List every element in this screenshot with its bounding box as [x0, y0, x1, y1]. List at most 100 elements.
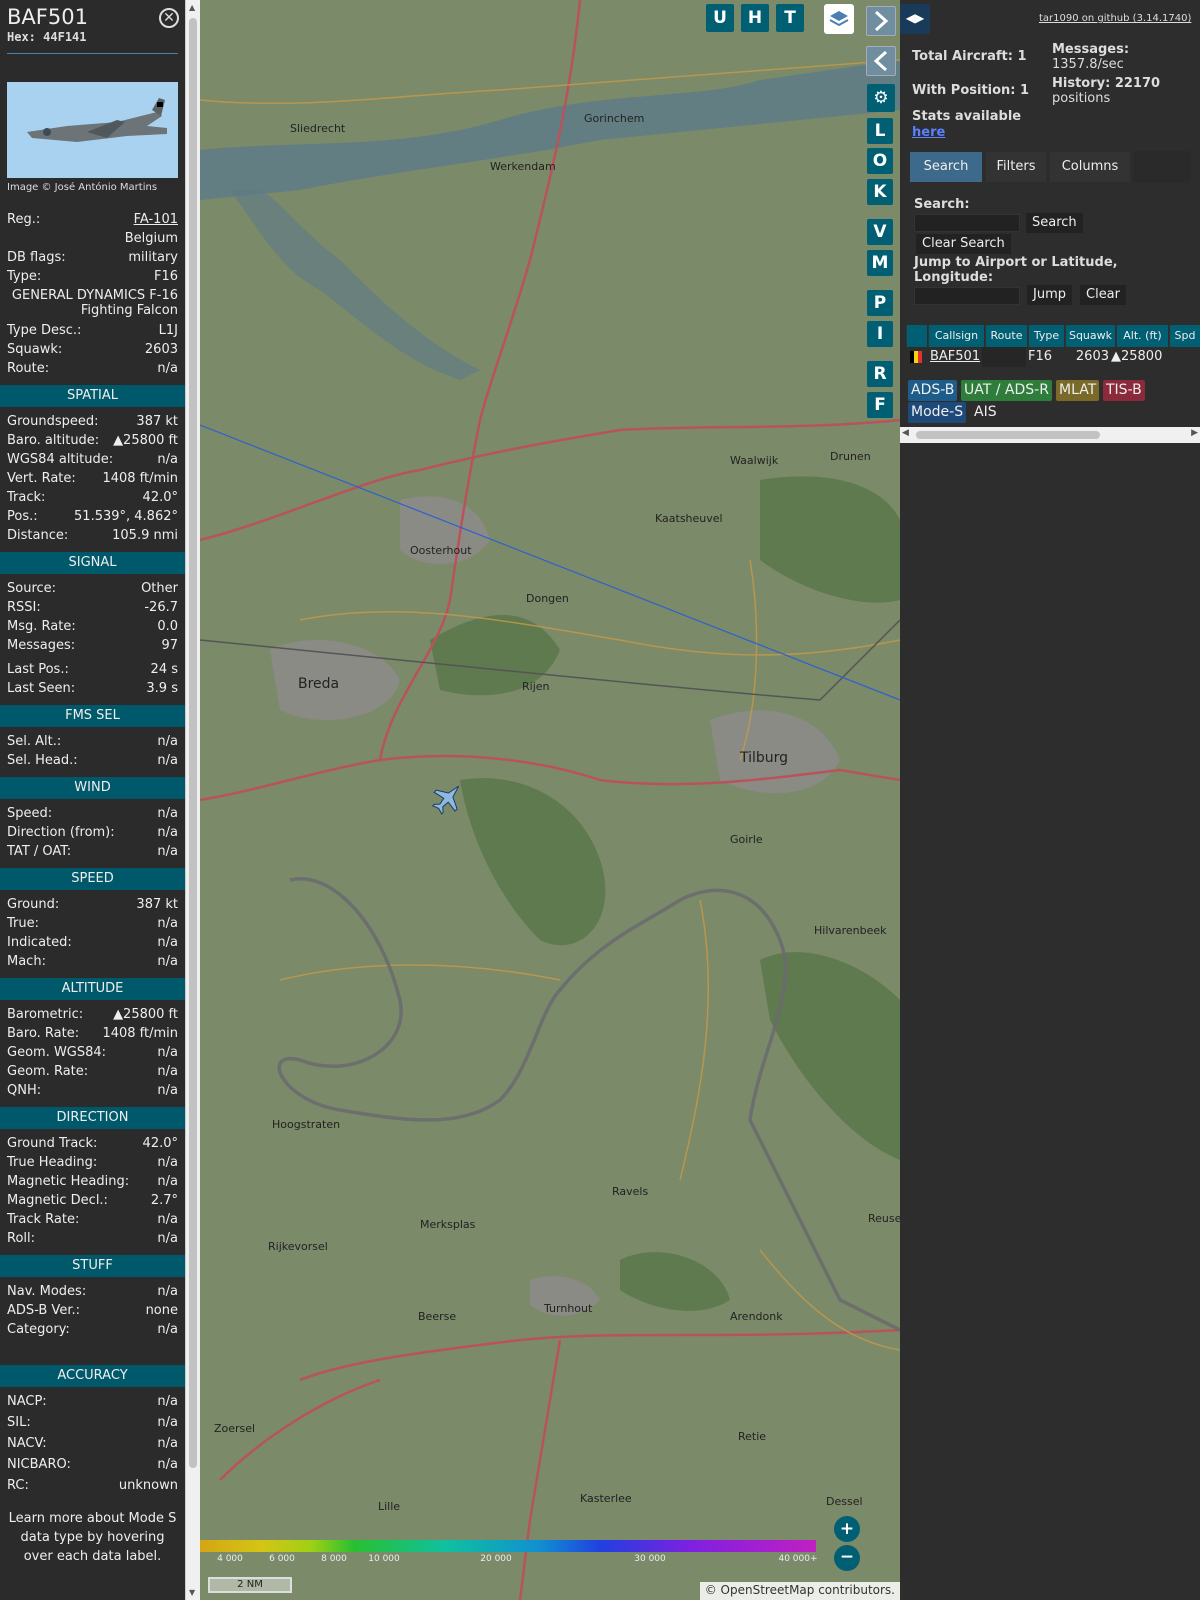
collapse-left-button[interactable]	[866, 46, 896, 76]
tab-columns[interactable]: Columns	[1050, 152, 1130, 182]
detail-label[interactable]: SIL:	[7, 1413, 31, 1434]
jump-input[interactable]	[914, 287, 1020, 305]
detail-label[interactable]: Messages:	[7, 636, 75, 655]
detail-label[interactable]: Msg. Rate:	[7, 617, 76, 636]
table-row[interactable]: BAF501 F16 2603 ▲25800	[906, 347, 1200, 367]
detail-label[interactable]: Sel. Head.:	[7, 751, 78, 770]
aircraft-photo[interactable]	[7, 82, 178, 178]
detail-label[interactable]: DB flags:	[7, 248, 66, 267]
map-toggle-u[interactable]: U	[706, 4, 734, 32]
scroll-thumb[interactable]	[916, 431, 1100, 439]
detail-label[interactable]: NACV:	[7, 1434, 47, 1455]
detail-label[interactable]: Category:	[7, 1320, 70, 1339]
horizontal-scrollbar[interactable]: ◀ ▶	[900, 427, 1200, 443]
map-place-label: Hilvarenbeek	[814, 924, 887, 937]
detail-label[interactable]: Speed:	[7, 804, 52, 823]
column-header[interactable]: Alt. (ft)	[1116, 325, 1168, 347]
tab-filters[interactable]: Filters	[986, 152, 1046, 182]
version-link[interactable]: tar1090 on github (3.14.1740)	[1039, 13, 1191, 24]
detail-value[interactable]: FA-101	[134, 210, 178, 229]
map-toggle-r[interactable]: R	[867, 361, 893, 387]
detail-label[interactable]: Geom. WGS84:	[7, 1043, 106, 1062]
map-toggle-i[interactable]: I	[867, 321, 893, 347]
map-attribution[interactable]: © OpenStreetMap contributors.	[699, 1582, 900, 1600]
map-toggle-t[interactable]: T	[776, 4, 804, 32]
detail-row: Messages: 97	[0, 636, 185, 655]
detail-row: NACP: n/a	[0, 1392, 185, 1413]
detail-label[interactable]: Groundspeed:	[7, 412, 98, 431]
map-toggle-o[interactable]: O	[867, 148, 893, 174]
map-toggle-v[interactable]: V	[867, 219, 893, 245]
detail-label[interactable]: TAT / OAT:	[7, 842, 71, 861]
jump-button[interactable]: Jump	[1027, 285, 1072, 305]
detail-label[interactable]: Last Seen:	[7, 679, 75, 698]
detail-row: Speed: n/a	[0, 804, 185, 823]
detail-label[interactable]: Sel. Alt.:	[7, 732, 61, 751]
map-toggle-l[interactable]: L	[867, 118, 893, 144]
detail-label[interactable]: Indicated:	[7, 933, 72, 952]
detail-label[interactable]: NACP:	[7, 1392, 47, 1413]
detail-label[interactable]: Last Pos.:	[7, 660, 69, 679]
detail-label[interactable]: Type Desc.:	[7, 321, 81, 340]
column-header[interactable]: Callsign	[928, 325, 984, 347]
search-input[interactable]	[914, 214, 1020, 232]
clear-button[interactable]: Clear	[1080, 285, 1126, 305]
settings-button[interactable]: ⚙	[867, 84, 895, 112]
detail-label[interactable]: Ground:	[7, 895, 59, 914]
detail-label[interactable]: QNH:	[7, 1081, 41, 1100]
detail-label[interactable]: Route:	[7, 359, 49, 378]
detail-label[interactable]: Reg.:	[7, 210, 40, 229]
detail-label[interactable]: NICBARO:	[7, 1455, 71, 1476]
detail-label[interactable]: RC:	[7, 1476, 29, 1497]
detail-label[interactable]: RSSI:	[7, 598, 41, 617]
detail-label[interactable]: Track:	[7, 488, 45, 507]
zoom-out-button[interactable]: −	[834, 1545, 860, 1571]
detail-label[interactable]: WGS84 altitude:	[7, 450, 113, 469]
detail-label[interactable]: Nav. Modes:	[7, 1282, 86, 1301]
row-callsign[interactable]: BAF501	[930, 347, 980, 367]
detail-label[interactable]: Baro. Rate:	[7, 1024, 79, 1043]
tab-search[interactable]: Search	[910, 152, 982, 182]
detail-label[interactable]: Mach:	[7, 952, 46, 971]
detail-row: Ground Track: 42.0°	[0, 1134, 185, 1153]
detail-label[interactable]: Magnetic Heading:	[7, 1172, 129, 1191]
search-button[interactable]: Search	[1026, 213, 1083, 233]
sidebar-scrollbar[interactable]: ▲ ▼	[185, 0, 200, 1600]
expand-right-button[interactable]	[866, 6, 896, 36]
detail-value: n/a	[157, 1284, 178, 1299]
detail-label[interactable]: Vert. Rate:	[7, 469, 76, 488]
map-view[interactable]: Gorinchem Sliedrecht Werkendam Oosterhout Do…	[200, 0, 900, 1600]
column-header[interactable]: Spd	[1169, 325, 1200, 347]
close-icon[interactable]: ✕	[159, 8, 179, 28]
map-toggle-p[interactable]: P	[867, 290, 893, 316]
map-toggle-m[interactable]: M	[867, 250, 893, 276]
clear-search-button[interactable]: Clear Search	[916, 234, 1011, 254]
zoom-in-button[interactable]: +	[834, 1516, 860, 1542]
detail-label[interactable]: True Heading:	[7, 1153, 97, 1172]
map-toggle-h[interactable]: H	[741, 4, 769, 32]
detail-label[interactable]: True:	[7, 914, 39, 933]
detail-label[interactable]: Baro. altitude:	[7, 431, 99, 450]
detail-label[interactable]: Geom. Rate:	[7, 1062, 88, 1081]
column-header[interactable]: Type	[1028, 325, 1064, 347]
detail-row: Mach: n/a	[0, 952, 185, 971]
detail-label[interactable]: Distance:	[7, 526, 68, 545]
detail-label[interactable]: Magnetic Decl.:	[7, 1191, 108, 1210]
detail-label[interactable]: Barometric:	[7, 1005, 83, 1024]
detail-label[interactable]: Source:	[7, 579, 56, 598]
column-header[interactable]: Squawk	[1065, 325, 1115, 347]
column-header[interactable]: Route	[985, 325, 1027, 347]
detail-label[interactable]: Track Rate:	[7, 1210, 79, 1229]
detail-label[interactable]: Roll:	[7, 1229, 35, 1248]
toggle-panel-button[interactable]: ◀▶	[900, 4, 930, 34]
layers-button[interactable]	[824, 4, 854, 34]
detail-label[interactable]: ADS-B Ver.:	[7, 1301, 80, 1320]
map-toggle-f[interactable]: F	[867, 392, 893, 418]
map-toggle-k[interactable]: K	[867, 179, 893, 205]
detail-label[interactable]: Type:	[7, 267, 41, 286]
stats-link[interactable]: here	[912, 125, 945, 140]
detail-label[interactable]: Squawk:	[7, 340, 62, 359]
detail-label[interactable]: Ground Track:	[7, 1134, 97, 1153]
detail-label[interactable]: Direction (from):	[7, 823, 115, 842]
detail-label[interactable]: Pos.:	[7, 507, 38, 526]
